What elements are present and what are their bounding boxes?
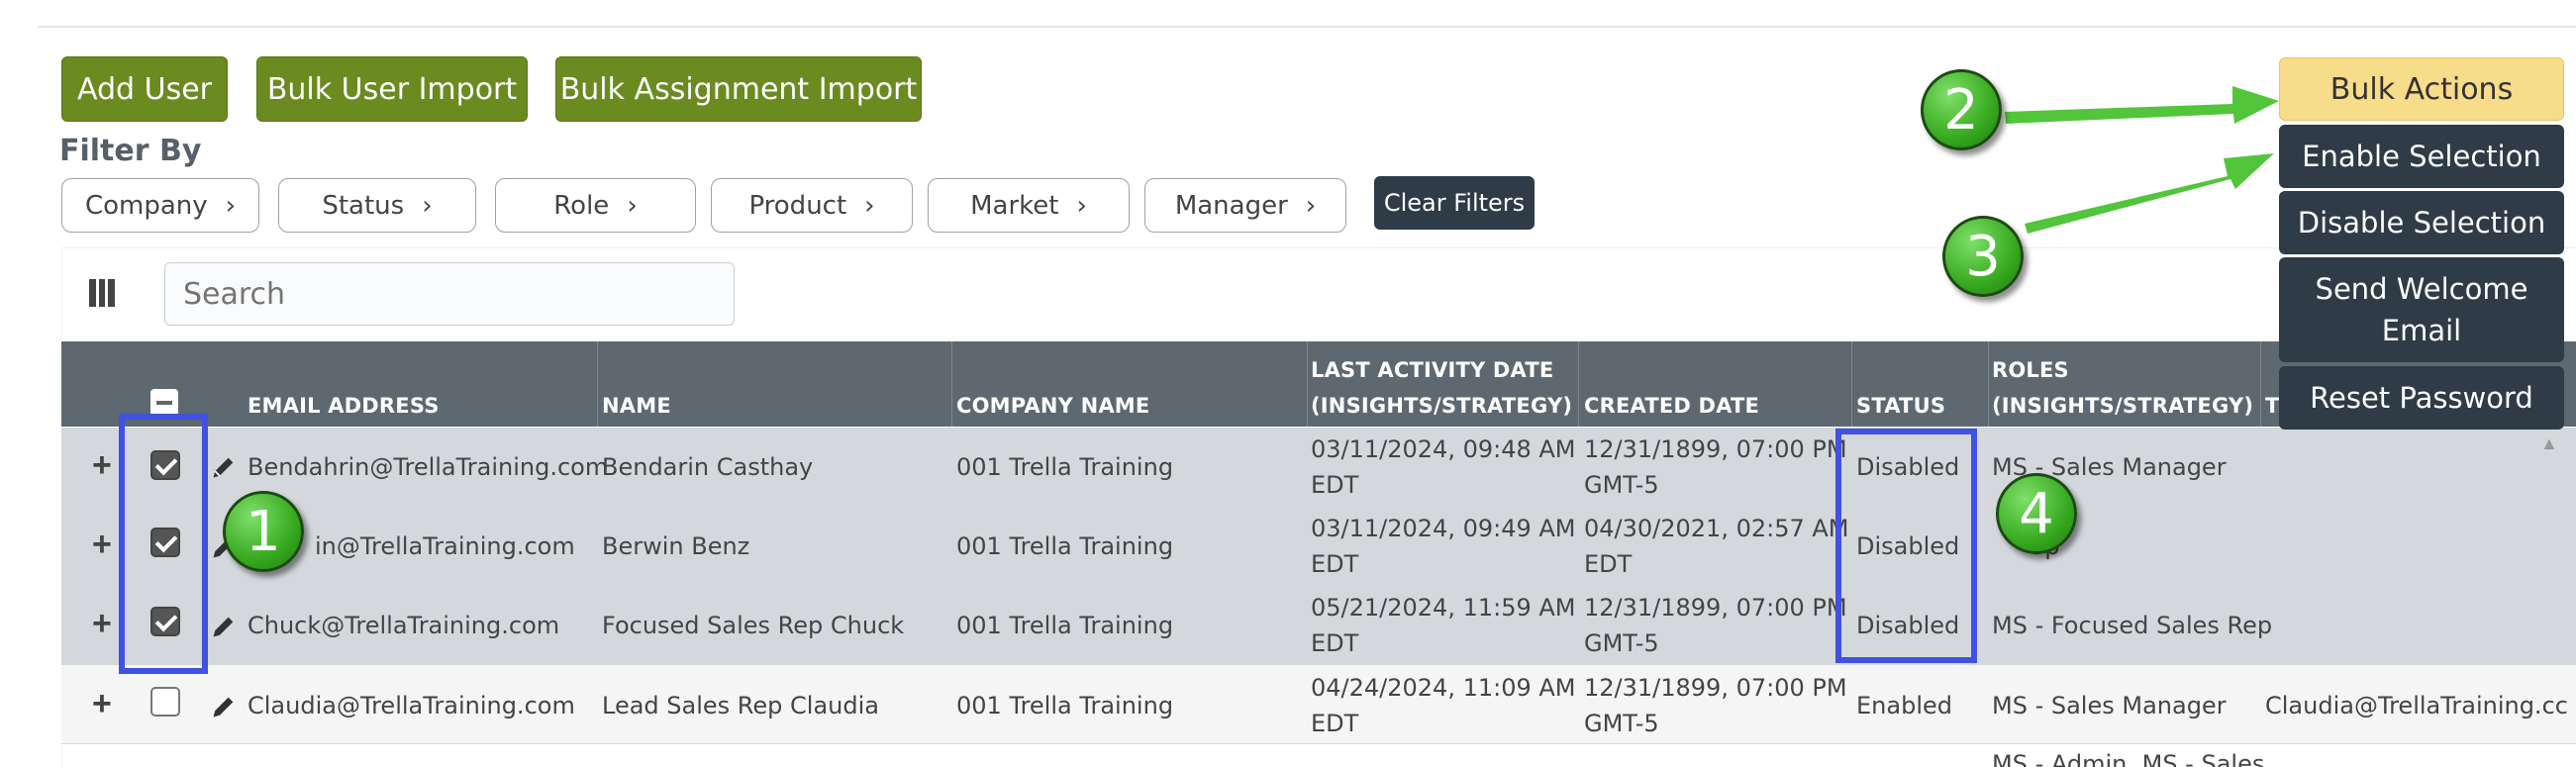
annotation-number-2: 2 (1921, 69, 2002, 150)
annotation-arrows (2005, 86, 2279, 234)
annotation-number-4: 4 (1996, 473, 2077, 554)
annotation-number-1: 1 (223, 491, 304, 572)
annotation-number-3: 3 (1942, 216, 2024, 297)
arrow-to-bulk-actions (2005, 86, 2279, 124)
arrow-to-enable-selection (2025, 153, 2274, 234)
